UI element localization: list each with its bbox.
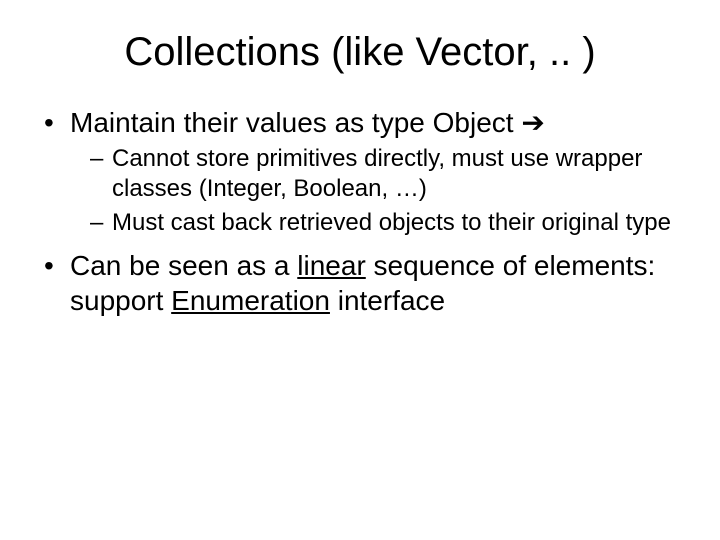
- sub-bullet-list-1: Cannot store primitives directly, must u…: [70, 144, 680, 238]
- arrow-icon: ➔: [521, 107, 544, 138]
- bullet-2-text-3: interface: [330, 285, 445, 316]
- bullet-list: Maintain their values as type Object ➔ C…: [40, 105, 680, 318]
- bullet-1: Maintain their values as type Object ➔ C…: [40, 105, 680, 238]
- slide: Collections (like Vector, .. ) Maintain …: [0, 0, 720, 540]
- bullet-1-text: Maintain their values as type Object: [70, 107, 521, 138]
- underline-linear: linear: [297, 250, 365, 281]
- sub-bullet-1-2: Must cast back retrieved objects to thei…: [90, 208, 680, 238]
- sub-bullet-1-1: Cannot store primitives directly, must u…: [90, 144, 680, 204]
- slide-title: Collections (like Vector, .. ): [40, 30, 680, 75]
- underline-enumeration: Enumeration: [171, 285, 330, 316]
- bullet-2: Can be seen as a linear sequence of elem…: [40, 248, 680, 318]
- bullet-2-text-1: Can be seen as a: [70, 250, 297, 281]
